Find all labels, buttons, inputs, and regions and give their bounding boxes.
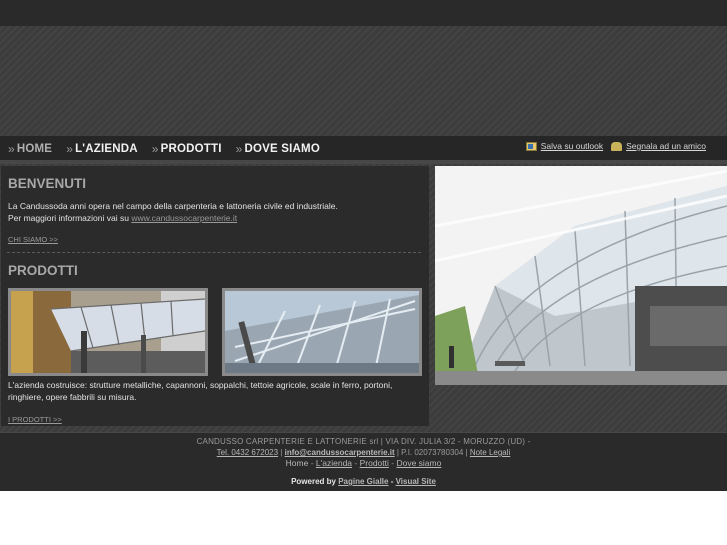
contact-card-icon <box>525 141 537 151</box>
footer-powered: Powered by Pagine Gialle - Visual Site <box>0 477 727 486</box>
powered-sep: - <box>388 477 396 486</box>
footer-link-dove-siamo[interactable]: Dove siamo <box>396 458 441 468</box>
product-thumbnail-2[interactable] <box>222 288 422 376</box>
visual-site-link[interactable]: Visual Site <box>396 477 436 486</box>
welcome-line-2: Per maggiori informazioni vai su www.can… <box>8 212 338 224</box>
save-outlook-label: Salva su outlook <box>540 141 604 151</box>
chevron-right-icon: » <box>235 142 243 156</box>
nav-item-label: DOVE SIAMO <box>244 143 320 155</box>
chevron-right-icon: » <box>8 142 15 156</box>
chevron-right-icon: » <box>66 142 74 156</box>
products-title: PRODOTTI <box>8 263 78 278</box>
nav-item-label: L'AZIENDA <box>75 143 138 155</box>
footer-link-sep: - <box>308 458 316 468</box>
website-link[interactable]: www.candussocarpenterie.it <box>131 213 237 223</box>
main-content: BENVENUTI La Candussoda anni opera nel c… <box>1 166 429 426</box>
footer-legal-link[interactable]: Note Legali <box>470 448 510 457</box>
nav-item-label: HOME <box>16 143 53 155</box>
footer-nav: Home - L'azienda - Prodotti - Dove siamo <box>0 458 727 468</box>
footer: CANDUSSO CARPENTERIE E LATTONERIE srl | … <box>0 432 727 491</box>
main-nav: » HOME » L'AZIENDA » PRODOTTI » DOVE SIA… <box>8 142 334 156</box>
welcome-title: BENVENUTI <box>8 176 87 191</box>
share-friend-label: Segnala ad un amico <box>626 141 706 151</box>
footer-piva: | P.I. 02073780304 | <box>394 448 470 457</box>
powered-by-label: Powered by <box>291 477 336 486</box>
nav-separator <box>0 160 727 164</box>
welcome-line-1: La Candussoda anni opera nel campo della… <box>8 201 338 211</box>
nav-item-azienda[interactable]: » L'AZIENDA <box>66 142 138 156</box>
footer-company: CANDUSSO CARPENTERIE E LATTONERIE srl | … <box>196 437 531 446</box>
nav-item-prodotti[interactable]: » PRODOTTI <box>152 142 222 156</box>
page-frame: » HOME » L'AZIENDA » PRODOTTI » DOVE SIA… <box>0 0 727 491</box>
save-outlook-link[interactable]: Salva su outlook <box>525 141 604 151</box>
nav-item-label: PRODOTTI <box>160 143 222 155</box>
welcome-line-2-prefix: Per maggiori informazioni vai su <box>8 213 132 223</box>
chevron-right-icon: » <box>151 142 159 156</box>
products-text: L'azienda costruisce: strutture metallic… <box>8 380 393 402</box>
footer-contacts: Tel. 0432 672023 | info@candussocarpente… <box>0 448 727 457</box>
hero-photo <box>435 166 727 385</box>
footer-link-prodotti[interactable]: Prodotti <box>360 458 389 468</box>
products-link[interactable]: I PRODOTTI >> <box>8 415 62 424</box>
user-share-icon <box>611 141 623 151</box>
footer-link-azienda[interactable]: L'azienda <box>316 458 352 468</box>
nav-item-dove-siamo[interactable]: » DOVE SIAMO <box>236 142 320 156</box>
share-friend-link[interactable]: Segnala ad un amico <box>611 141 706 151</box>
utility-links: Salva su outlook Segnala ad un amico <box>518 141 706 151</box>
top-bar <box>0 0 727 26</box>
nav-item-home[interactable]: » HOME <box>8 142 52 156</box>
product-thumbnail-1[interactable] <box>8 288 208 376</box>
footer-link-home[interactable]: Home <box>286 458 309 468</box>
welcome-text: La Candussoda anni opera nel campo della… <box>8 200 338 224</box>
pagine-gialle-link[interactable]: Pagine Gialle <box>338 477 388 486</box>
footer-tel-link[interactable]: Tel. 0432 672023 <box>217 448 278 457</box>
section-divider <box>7 252 421 253</box>
footer-link-sep: - <box>352 458 360 468</box>
about-us-link[interactable]: CHI SIAMO >> <box>8 235 58 244</box>
footer-email-link[interactable]: info@candussocarpenterie.it <box>285 448 395 457</box>
